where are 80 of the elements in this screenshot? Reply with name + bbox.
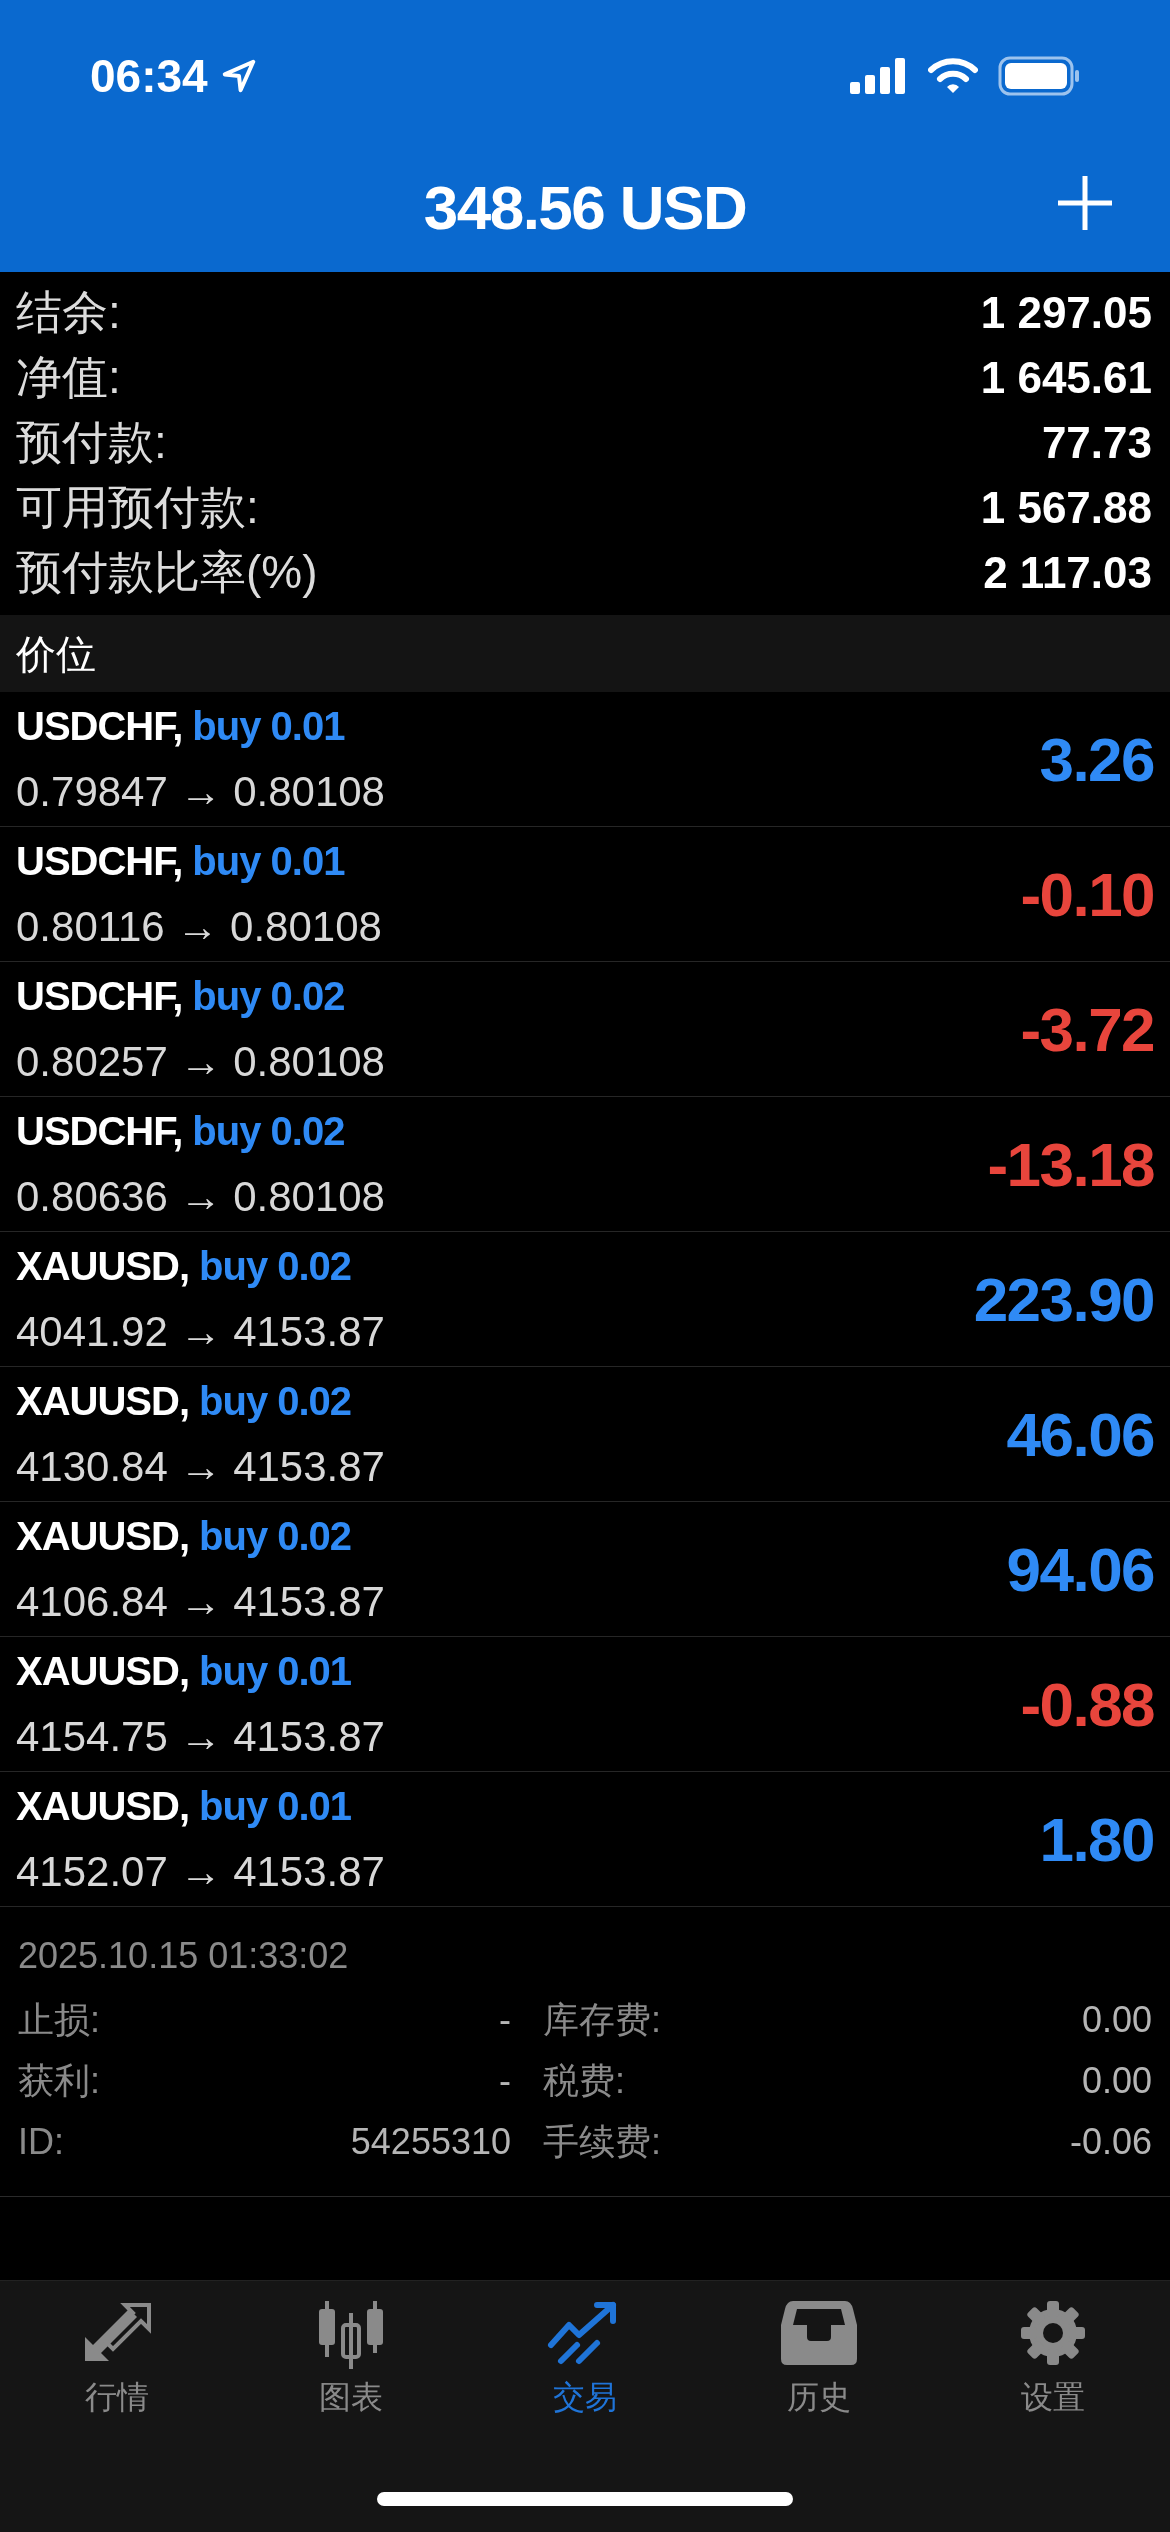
- price-range: 0.80636 → 0.80108: [16, 1171, 385, 1222]
- plus-icon: [1056, 174, 1114, 232]
- detail-label: 获利:: [18, 2058, 100, 2103]
- tab-item[interactable]: 交易: [485, 2297, 685, 2421]
- status-time: 06:34: [90, 48, 208, 104]
- trade-side: buy 0.02: [192, 972, 345, 1020]
- symbol-label: USDCHF,: [16, 972, 183, 1020]
- trade-side: buy 0.01: [192, 837, 345, 885]
- detail-label: 手续费:: [543, 2119, 661, 2164]
- trade-side: buy 0.02: [199, 1377, 352, 1425]
- symbol-label: XAUUSD,: [16, 1782, 190, 1830]
- detail-label: ID:: [18, 2119, 64, 2164]
- profit-value: 46.06: [1006, 1398, 1154, 1471]
- tab-item[interactable]: 图表: [251, 2297, 451, 2421]
- profit-value: 3.26: [1039, 723, 1154, 796]
- position-row[interactable]: XAUUSD, buy 0.01 4154.75 → 4153.87 -0.88: [0, 1637, 1170, 1772]
- trade-side: buy 0.01: [199, 1782, 352, 1830]
- profit-value: 223.90: [973, 1263, 1154, 1336]
- summary-label: 预付款比率(%): [16, 545, 318, 600]
- summary-label: 预付款:: [16, 415, 167, 470]
- detail-label: 库存费:: [543, 1997, 661, 2042]
- symbol-label: XAUUSD,: [16, 1242, 190, 1290]
- detail-label: 止损:: [18, 1997, 100, 2042]
- open-time: 2025.10.15 01:33:02: [18, 1934, 350, 1978]
- profit-value: -0.88: [1020, 1668, 1154, 1741]
- summary-label: 可用预付款:: [16, 480, 259, 535]
- symbol-label: USDCHF,: [16, 1107, 183, 1155]
- trade-side: buy 0.02: [199, 1242, 352, 1290]
- profit-value: -3.72: [1020, 993, 1154, 1066]
- symbol-label: USDCHF,: [16, 837, 183, 885]
- summary-label: 净值:: [16, 350, 121, 405]
- trade-side: buy 0.02: [192, 1107, 345, 1155]
- position-row[interactable]: XAUUSD, buy 0.02 4130.84 → 4153.87 46.06: [0, 1367, 1170, 1502]
- price-range: 4106.84 → 4153.87: [16, 1576, 385, 1627]
- price-range: 4041.92 → 4153.87: [16, 1306, 385, 1357]
- detail-value: 0.00: [1081, 1997, 1152, 2042]
- profit-value: 1.80: [1039, 1803, 1154, 1876]
- tab-item[interactable]: 设置: [953, 2297, 1153, 2421]
- trade-side: buy 0.01: [192, 702, 345, 750]
- price-range: 0.79847 → 0.80108: [16, 766, 385, 817]
- position-row[interactable]: XAUUSD, buy 0.02 4106.84 → 4153.87 94.06: [0, 1502, 1170, 1637]
- tab-item[interactable]: 行情: [17, 2297, 217, 2421]
- detail-value: 54255310: [350, 2119, 511, 2164]
- detail-value: 0.00: [1081, 2058, 1152, 2103]
- profit-value: -13.18: [987, 1128, 1154, 1201]
- trade-side: buy 0.01: [199, 1647, 352, 1695]
- wifi-icon: [928, 57, 978, 95]
- position-row[interactable]: USDCHF, buy 0.02 0.80636 → 0.80108 -13.18: [0, 1097, 1170, 1232]
- position-row[interactable]: USDCHF, buy 0.02 0.80257 → 0.80108 -3.72: [0, 962, 1170, 1097]
- price-range: 4130.84 → 4153.87: [16, 1441, 385, 1492]
- price-range: 4152.07 → 4153.87: [16, 1846, 385, 1897]
- position-row[interactable]: XAUUSD, buy 0.02 4041.92 → 4153.87 223.90: [0, 1232, 1170, 1367]
- detail-value: -0.06: [1069, 2119, 1152, 2164]
- symbol-label: XAUUSD,: [16, 1647, 190, 1695]
- signal-icon: [850, 58, 908, 94]
- detail-value: -: [499, 1997, 511, 2042]
- detail-label: 税费:: [543, 2058, 625, 2103]
- tab-item[interactable]: 历史: [719, 2297, 919, 2421]
- summary-value: 77.73: [1041, 416, 1153, 469]
- price-range: 4154.75 → 4153.87: [16, 1711, 385, 1762]
- balance-title: 348.56 USD: [423, 171, 747, 244]
- profit-value: -0.10: [1020, 858, 1154, 931]
- summary-value: 1 645.61: [980, 351, 1153, 404]
- section-title: 价位: [16, 630, 96, 678]
- detail-value: -: [499, 2058, 511, 2103]
- profit-value: 94.06: [1006, 1533, 1154, 1606]
- position-row[interactable]: USDCHF, buy 0.01 0.80116 → 0.80108 -0.10: [0, 827, 1170, 962]
- battery-icon: [998, 56, 1080, 96]
- summary-label: 结余:: [16, 285, 121, 340]
- symbol-label: USDCHF,: [16, 702, 183, 750]
- position-row[interactable]: XAUUSD, buy 0.01 4152.07 → 4153.87 1.80: [0, 1772, 1170, 1907]
- summary-value: 2 117.03: [983, 546, 1153, 599]
- price-range: 0.80257 → 0.80108: [16, 1036, 385, 1087]
- summary-value: 1 567.88: [980, 481, 1153, 534]
- symbol-label: XAUUSD,: [16, 1377, 190, 1425]
- summary-value: 1 297.05: [980, 286, 1153, 339]
- trade-side: buy 0.02: [199, 1512, 352, 1560]
- price-range: 0.80116 → 0.80108: [16, 901, 382, 952]
- position-row[interactable]: USDCHF, buy 0.01 0.79847 → 0.80108 3.26: [0, 692, 1170, 827]
- symbol-label: XAUUSD,: [16, 1512, 190, 1560]
